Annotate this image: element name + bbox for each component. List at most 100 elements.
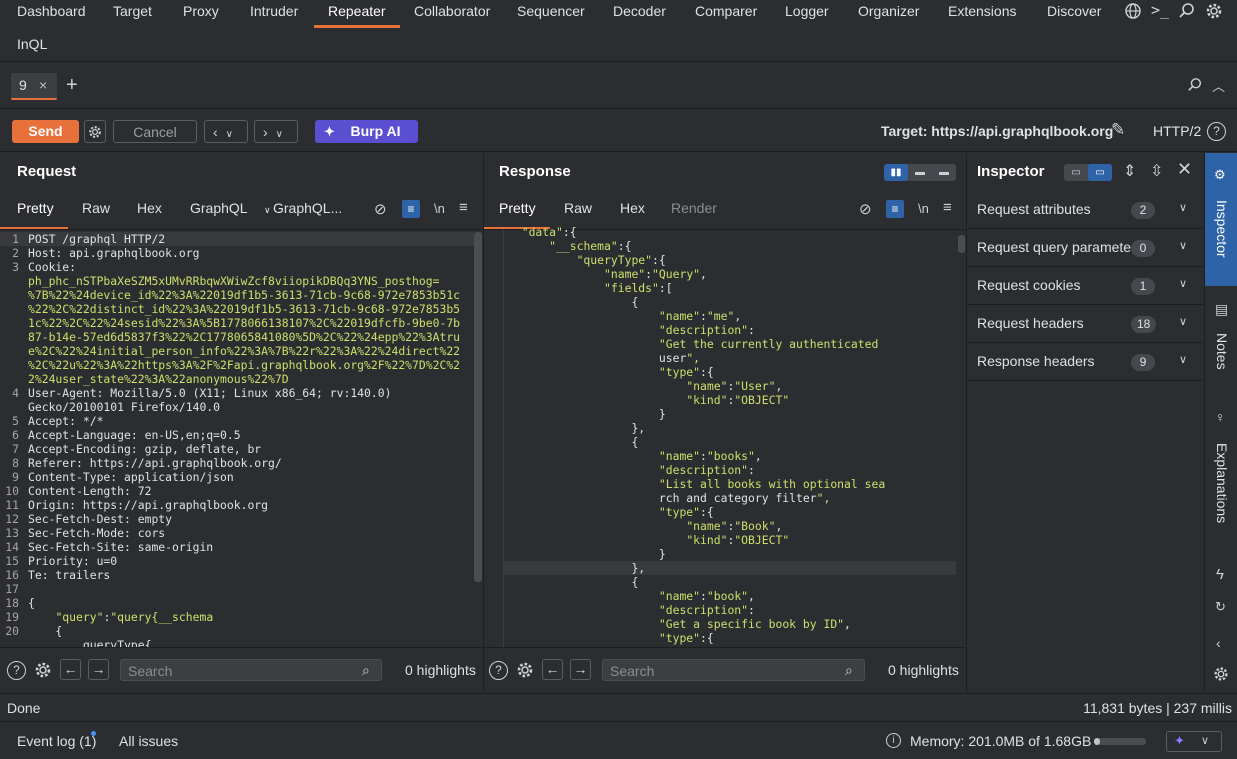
menu-icon[interactable]: ≡ bbox=[459, 199, 468, 216]
sidebar-explanations-label: Explanations bbox=[1214, 443, 1230, 524]
tab-extensions[interactable]: Extensions bbox=[948, 0, 1016, 28]
search-icon[interactable] bbox=[1178, 2, 1198, 22]
burp-ai-button[interactable]: ✦ Burp AI bbox=[315, 120, 418, 143]
terminal-icon[interactable]: >_ bbox=[1151, 1, 1171, 21]
edit-target-pencil-icon[interactable]: ✎ bbox=[1111, 120, 1125, 140]
layout-switcher[interactable]: ▮▮ ▬ ▬ bbox=[884, 164, 956, 181]
refresh-icon[interactable]: ↻ bbox=[1215, 599, 1226, 615]
search-tabs-icon[interactable] bbox=[1187, 77, 1205, 95]
collapse-all-icon[interactable]: ⇳ bbox=[1150, 161, 1163, 181]
all-issues-link[interactable]: All issues bbox=[119, 733, 178, 749]
tab-intruder[interactable]: Intruder bbox=[250, 0, 298, 28]
collapse-left-chevron-icon[interactable]: ‹ bbox=[1216, 635, 1221, 651]
sidebar-settings-gear-icon[interactable] bbox=[1212, 665, 1230, 686]
settings-gear-icon[interactable] bbox=[1204, 1, 1224, 21]
collapse-chevron-up-icon[interactable]: ︿ bbox=[1212, 76, 1225, 95]
response-tab-raw[interactable]: Raw bbox=[564, 200, 592, 216]
history-forward-button[interactable]: › ∨ bbox=[254, 120, 298, 143]
info-icon[interactable]: i bbox=[886, 733, 901, 748]
inspector-layout-a-icon[interactable]: ▭ bbox=[1064, 164, 1088, 181]
response-tab-hex[interactable]: Hex bbox=[620, 200, 645, 216]
request-tab-graphql[interactable]: GraphQL bbox=[190, 200, 248, 216]
request-highlights-count: 0 highlights bbox=[405, 662, 476, 678]
wrap-lines-icon[interactable]: ≡ bbox=[402, 200, 420, 218]
request-help-icon[interactable]: ? bbox=[7, 661, 26, 680]
cancel-button[interactable]: Cancel bbox=[113, 120, 197, 143]
request-line: { bbox=[28, 624, 63, 638]
expand-chevron-icon: ∨ bbox=[1179, 240, 1188, 252]
request-tab-hex[interactable]: Hex bbox=[137, 200, 162, 216]
status-bar: Done 11,831 bytes | 237 millis bbox=[0, 693, 1237, 721]
request-search-input[interactable]: Search ⌕ bbox=[120, 659, 382, 681]
response-scrollbar[interactable] bbox=[958, 235, 965, 253]
sidebar-inspector-tab[interactable]: ⚙ Inspector bbox=[1205, 153, 1237, 286]
tab-sequencer[interactable]: Sequencer bbox=[517, 0, 585, 28]
ai-dropdown-button[interactable]: ✦ ∨ bbox=[1166, 731, 1222, 752]
send-button[interactable]: Send bbox=[12, 120, 79, 143]
response-search-input[interactable]: Search ⌕ bbox=[602, 659, 865, 681]
response-editor[interactable]: "data":{ "__schema":{ "queryType":{ "nam… bbox=[504, 225, 956, 647]
inspector-row[interactable]: Response headers 9 ∨ bbox=[968, 343, 1204, 381]
response-search-prev-arrow-icon[interactable]: ← bbox=[542, 659, 563, 680]
tab-organizer[interactable]: Organizer bbox=[858, 0, 919, 28]
sidebar-explanations-tab[interactable]: ♀ Explanations bbox=[1205, 403, 1237, 538]
close-tab-icon[interactable]: × bbox=[39, 77, 47, 93]
add-tab-button[interactable]: + bbox=[66, 74, 78, 97]
close-inspector-icon[interactable]: ✕ bbox=[1177, 159, 1192, 180]
expand-all-icon[interactable]: ⇕ bbox=[1123, 161, 1136, 181]
inspector-row[interactable]: Request cookies 1 ∨ bbox=[968, 267, 1204, 305]
response-line: { bbox=[508, 575, 639, 589]
request-editor[interactable]: 1 POST /graphql HTTP/2 2 Host: api.graphqlb… bbox=[0, 230, 474, 647]
tab-discover[interactable]: Discover bbox=[1047, 0, 1101, 28]
request-scrollbar[interactable] bbox=[474, 232, 482, 582]
request-search-prev-arrow-icon[interactable]: ← bbox=[60, 659, 81, 680]
inspector-row[interactable]: Request headers 18 ∨ bbox=[968, 305, 1204, 343]
newline-toggle-icon[interactable]: \n bbox=[434, 201, 445, 216]
request-tab-raw[interactable]: Raw bbox=[82, 200, 110, 216]
layout-tabs-icon[interactable]: ▬ bbox=[932, 164, 956, 181]
request-tab-graphql-inql[interactable]: GraphQL... bbox=[273, 200, 342, 216]
tab-decoder[interactable]: Decoder bbox=[613, 0, 666, 28]
response-search-next-arrow-icon[interactable]: → bbox=[570, 659, 591, 680]
response-newline-toggle-icon[interactable]: \n bbox=[918, 201, 929, 216]
response-search-settings-gear-icon[interactable] bbox=[515, 660, 535, 683]
send-settings-gear-icon[interactable] bbox=[84, 120, 106, 143]
request-line: e%2C%22%24initial_person_info%22%3A%7B%2… bbox=[28, 344, 461, 358]
request-tab-pretty[interactable]: Pretty bbox=[17, 200, 54, 216]
inspector-row[interactable]: Request attributes 2 ∨ bbox=[968, 191, 1204, 229]
response-hide-eye-icon[interactable]: ⊘ bbox=[859, 200, 872, 218]
repeater-tab-9[interactable]: 9 × bbox=[11, 73, 57, 100]
response-menu-icon[interactable]: ≡ bbox=[943, 199, 952, 216]
event-log-link[interactable]: Event log (1) bbox=[17, 733, 96, 749]
tab-dashboard[interactable]: Dashboard bbox=[17, 0, 86, 28]
response-tab-render[interactable]: Render bbox=[671, 200, 717, 216]
layout-stacked-icon[interactable]: ▬ bbox=[908, 164, 932, 181]
layout-side-by-side-icon[interactable]: ▮▮ bbox=[884, 164, 908, 181]
expand-chevron-icon: ∨ bbox=[1179, 202, 1188, 214]
graphql-dropdown-chevron-icon[interactable]: ∨ bbox=[264, 205, 271, 216]
request-search-next-arrow-icon[interactable]: → bbox=[88, 659, 109, 680]
inspector-row[interactable]: Request query parameters 0 ∨ bbox=[968, 229, 1204, 267]
inspector-layout-b-icon[interactable]: ▭ bbox=[1088, 164, 1112, 181]
tab-comparer[interactable]: Comparer bbox=[695, 0, 757, 28]
history-back-button[interactable]: ‹ ∨ bbox=[204, 120, 248, 143]
sidebar-notes-tab[interactable]: ▤ Notes bbox=[1205, 293, 1237, 389]
inspector-layout-switcher[interactable]: ▭ ▭ bbox=[1064, 164, 1112, 181]
response-tab-pretty[interactable]: Pretty bbox=[499, 200, 536, 216]
inspector-row-count: 1 bbox=[1131, 278, 1155, 295]
http-version[interactable]: HTTP/2 bbox=[1153, 123, 1201, 139]
tab-collaborator[interactable]: Collaborator bbox=[414, 0, 490, 28]
tab-proxy[interactable]: Proxy bbox=[183, 0, 219, 28]
request-line: POST /graphql HTTP/2 bbox=[28, 232, 166, 246]
tab-target[interactable]: Target bbox=[113, 0, 152, 28]
lightning-icon[interactable]: ϟ bbox=[1216, 566, 1224, 583]
tab-repeater[interactable]: Repeater bbox=[314, 0, 400, 28]
request-search-settings-gear-icon[interactable] bbox=[33, 660, 53, 683]
tab-inql[interactable]: InQL bbox=[17, 36, 47, 52]
help-icon[interactable]: ? bbox=[1207, 122, 1226, 141]
response-wrap-lines-icon[interactable]: ≡ bbox=[886, 200, 904, 218]
hide-eye-icon[interactable]: ⊘ bbox=[374, 200, 387, 218]
tab-logger[interactable]: Logger bbox=[785, 0, 829, 28]
response-help-icon[interactable]: ? bbox=[489, 661, 508, 680]
globe-icon[interactable] bbox=[1124, 2, 1144, 22]
